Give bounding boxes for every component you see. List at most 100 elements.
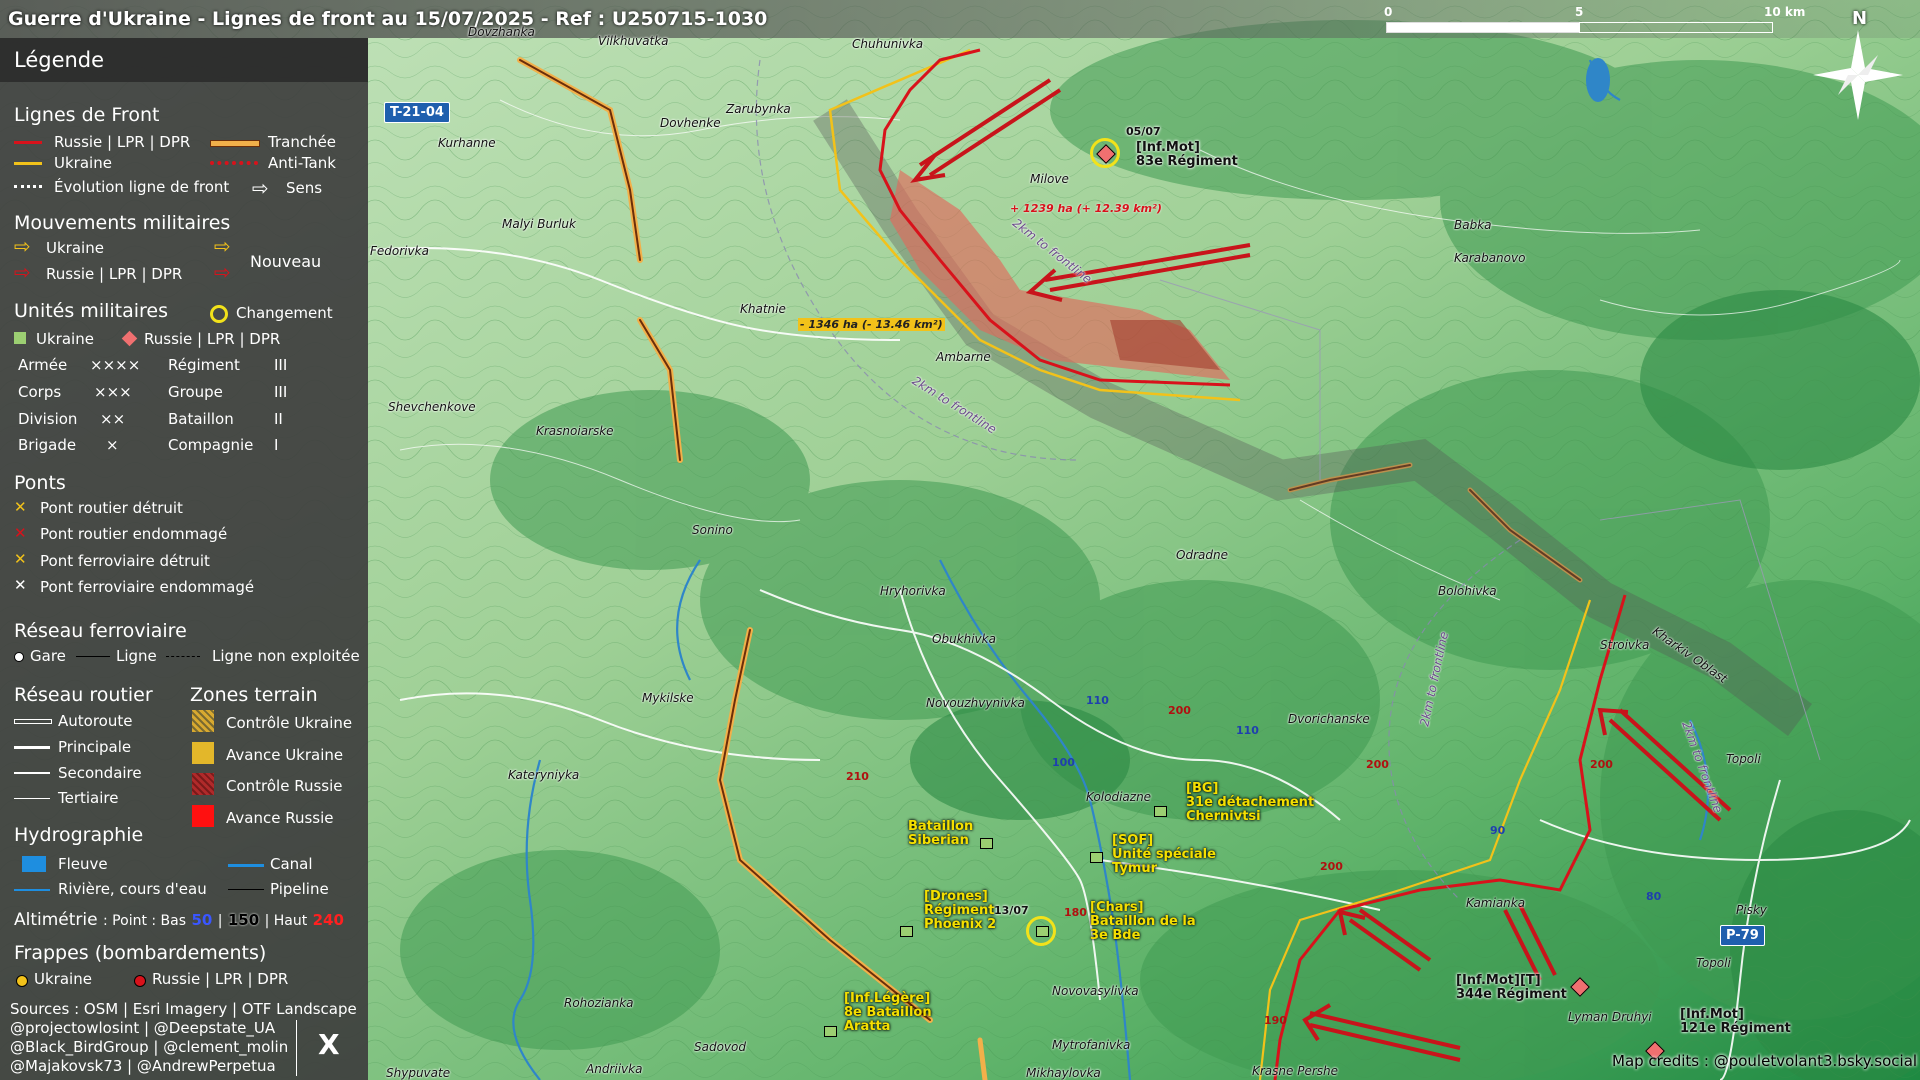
legend-move-ukraine: Ukraine: [46, 239, 104, 257]
unit-label[interactable]: [Inf.Mot] 83e Régiment: [1136, 141, 1238, 169]
ukraine-line-swatch: [14, 162, 42, 165]
legend-unit-change: Changement: [236, 304, 333, 322]
compass-star-icon: [1813, 30, 1903, 120]
main-road-swatch: [14, 746, 50, 749]
legend-road: Autoroute: [58, 712, 133, 730]
place-label: Krasne Pershe: [1252, 1064, 1339, 1078]
legend-ukraine-line: Ukraine: [54, 154, 112, 172]
road-number: 80: [1646, 890, 1662, 903]
place-label: Fedorivka: [370, 244, 429, 258]
legend-unit-ukraine: Ukraine: [36, 330, 94, 348]
road-number: 110: [1086, 694, 1109, 707]
unit-label[interactable]: Bataillon Siberian: [908, 820, 973, 848]
compass-north-label: N: [1852, 8, 1868, 29]
direction-arrow-icon: ⇨: [252, 176, 269, 200]
place-label: Kateryniyka: [508, 768, 580, 782]
antitank-swatch: [210, 161, 258, 165]
highway-swatch: [14, 719, 52, 724]
place-label: Hryhorivka: [880, 584, 946, 598]
new-russia-arrow-icon: ⇨: [214, 260, 231, 284]
unit-marker-ukraine[interactable]: [980, 838, 993, 849]
trench-swatch: [210, 140, 260, 147]
echelon-name: Corps: [18, 383, 62, 401]
legend-section-movements: Mouvements militaires: [14, 212, 231, 234]
unit-marker-ukraine[interactable]: [1090, 852, 1103, 863]
legend-russia-line: Russie | LPR | DPR: [54, 133, 191, 151]
unit-label[interactable]: [Inf.Mot] 121e Régiment: [1680, 1008, 1791, 1036]
place-label: Novovasylivka: [1052, 984, 1139, 998]
unit-marker-ukraine[interactable]: [1154, 806, 1167, 817]
road-number: 90: [1490, 824, 1506, 837]
ukraine-loss-label: - 1346 ha (- 13.46 km²): [798, 318, 945, 331]
place-label: Babka: [1454, 218, 1492, 232]
road-number: 200: [1590, 758, 1613, 771]
echelon-symbol: III: [274, 356, 288, 374]
legend-bridge: Pont routier endommagé: [40, 525, 228, 543]
legend-section-roads: Réseau routier: [14, 684, 153, 706]
secondary-road-swatch: [14, 772, 50, 774]
legend-bridge: Pont routier détruit: [40, 499, 183, 517]
legend-bridge: Pont ferroviaire détruit: [40, 552, 210, 570]
altimetry-mid: 150: [227, 911, 260, 929]
legend-antitank: Anti-Tank: [268, 154, 336, 172]
altimetry-low: 50: [191, 911, 213, 929]
canal-swatch: [228, 864, 264, 867]
ukraine-arrow-icon: ⇨: [14, 234, 31, 258]
place-label: Kamianka: [1466, 896, 1526, 910]
place-label: Shypuvate: [386, 1066, 451, 1080]
unit-label[interactable]: [SOF] Unité spéciale Tymur: [1112, 834, 1216, 876]
place-label: Karabanovo: [1454, 251, 1526, 265]
place-label: Pisky: [1736, 903, 1767, 917]
unit-label[interactable]: [Chars] Bataillon de la 3e Bde: [1090, 901, 1196, 943]
road-bridge-destroyed-icon: ✕: [14, 498, 27, 516]
station-icon: [14, 652, 24, 662]
legend-unit-russia: Russie | LPR | DPR: [144, 330, 281, 348]
unit-date: 13/07: [994, 904, 1029, 917]
unit-label[interactable]: [Drones] Régiment Phoenix 2: [924, 890, 996, 932]
legend-move-new: Nouveau: [250, 252, 322, 271]
compass-rose: N: [1808, 8, 1908, 120]
road-number: 210: [846, 770, 869, 783]
place-label: Sadovod: [694, 1040, 746, 1054]
unit-label[interactable]: [Inf.Légère] 8e Bataillon Aratta: [844, 992, 932, 1034]
place-label: Novouzhvynivka: [926, 696, 1025, 710]
legend-header: Légende: [0, 38, 368, 82]
tertiary-road-swatch: [14, 798, 50, 799]
altimetry-high: 240: [312, 911, 344, 929]
place-label: Topoli: [1696, 956, 1731, 970]
map-credits: Map credits : @pouletvolant3.bsky.social: [1612, 1052, 1918, 1070]
map-title: Guerre d'Ukraine - Lignes de front au 15…: [8, 8, 768, 30]
legend-trench: Tranchée: [268, 133, 337, 151]
echelon-name: Brigade: [18, 436, 77, 454]
place-label: Odradne: [1176, 548, 1228, 562]
legend-hydro-river: Rivière, cours d'eau: [58, 880, 207, 898]
legend-road: Secondaire: [58, 764, 142, 782]
legend-rail-unused: Ligne non exploitée: [212, 647, 360, 665]
legend-road: Tertiaire: [58, 789, 119, 807]
altimetry-title: Altimétrie: [14, 910, 98, 930]
x-logo-icon[interactable]: X: [318, 1028, 340, 1061]
legend-evolution: Évolution ligne de front: [54, 178, 230, 196]
legend-section-hydro: Hydrographie: [14, 824, 144, 846]
strike-russia-icon: [134, 975, 146, 987]
unit-marker-ukraine[interactable]: [824, 1026, 837, 1037]
echelon-symbol: II: [274, 410, 283, 428]
river-swatch: [14, 889, 50, 891]
legend-panel: Légende Lignes de Front Russie | LPR | D…: [0, 38, 368, 1080]
place-label: Vilkhuvatka: [598, 34, 669, 48]
scale-bar: [1386, 22, 1773, 33]
place-label: Lyman Druhyi: [1568, 1010, 1652, 1024]
legend-section-units: Unités militaires: [14, 300, 169, 322]
place-label: Kurhanne: [438, 136, 496, 150]
echelon-symbol: ××××: [90, 356, 141, 374]
road-bridge-damaged-icon: ✕: [14, 524, 27, 542]
legend-title: Légende: [14, 48, 105, 72]
place-label: Kolodiazne: [1086, 790, 1152, 804]
road-number: 110: [1236, 724, 1259, 737]
unit-label[interactable]: [BG] 31e détachement Chernivtsi: [1186, 782, 1314, 824]
place-label: Krasnoiarske: [536, 424, 614, 438]
unit-label[interactable]: [Inf.Mot][T] 344e Régiment: [1456, 974, 1567, 1002]
road-number: 200: [1320, 860, 1343, 873]
altimetry-sep: | Haut: [264, 913, 308, 929]
unit-marker-ukraine[interactable]: [900, 926, 913, 937]
